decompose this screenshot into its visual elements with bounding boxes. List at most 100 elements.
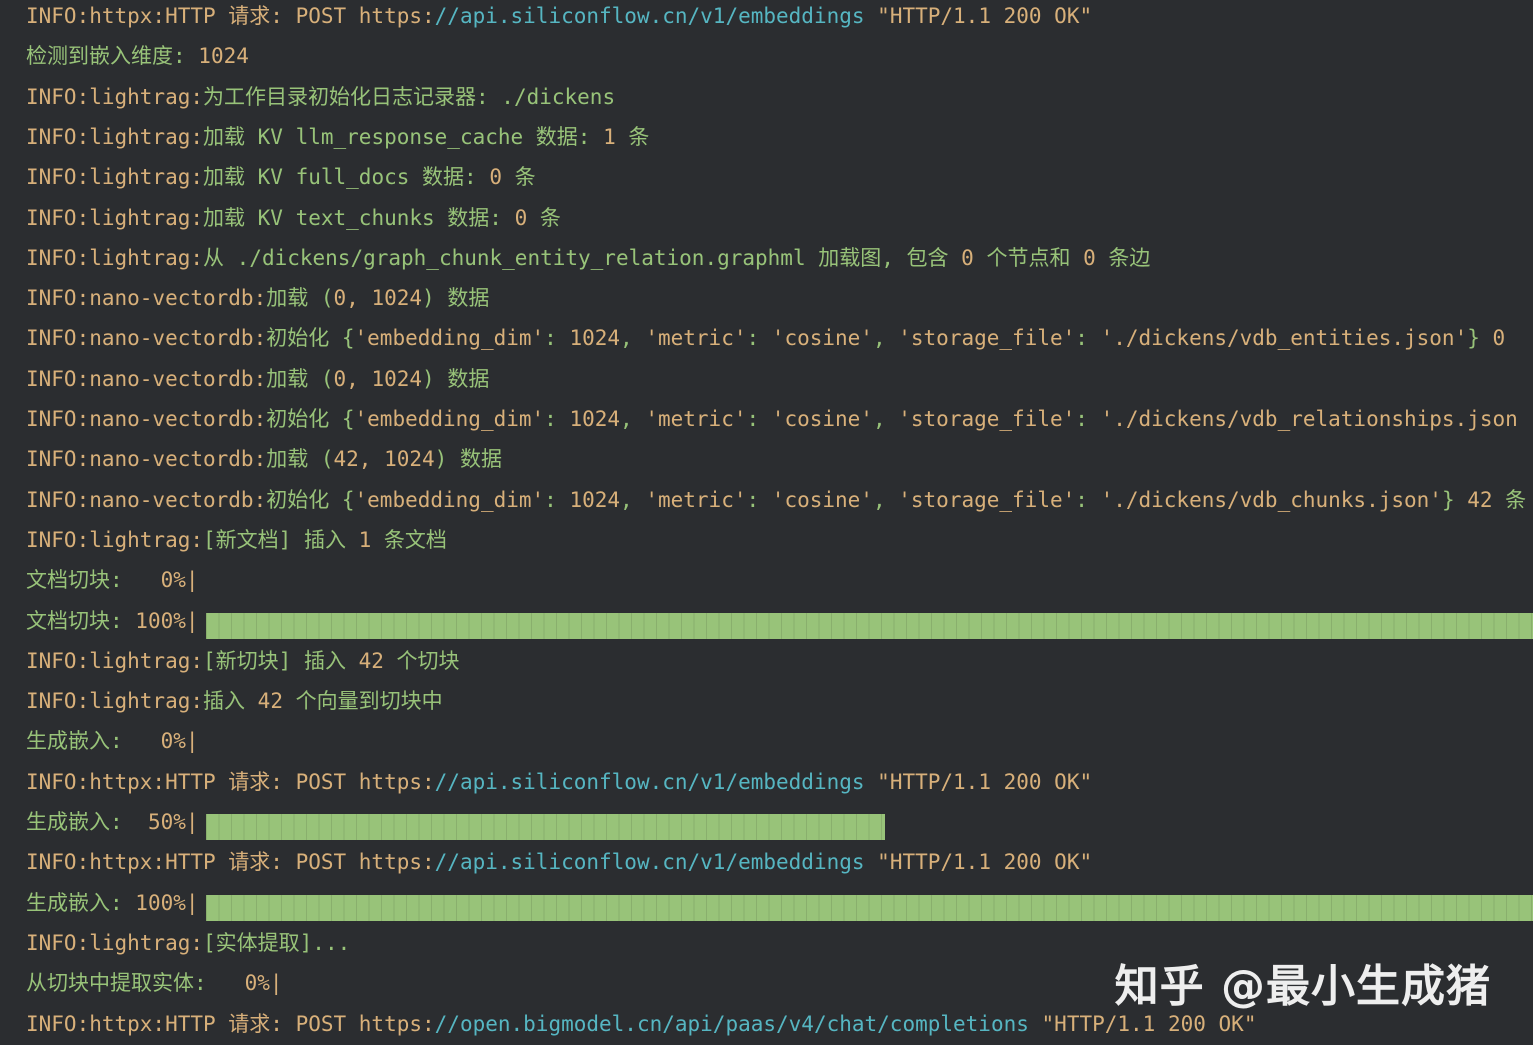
- log-segment: 'embedding_dim': [354, 326, 545, 351]
- log-segment: INFO:nano-vectordb:: [26, 286, 267, 311]
- log-segment: 1024: [569, 326, 621, 351]
- log-segment: 'cosine': [771, 487, 873, 512]
- log-segment: INFO:httpx:HTTP 请求: POST https:: [26, 850, 435, 875]
- log-segment: 条: [1492, 487, 1527, 512]
- log-segment: 1024: [198, 44, 249, 69]
- log-segment: 文档切块:: [26, 608, 136, 633]
- log-segment: 42, 1024: [333, 447, 435, 472]
- log-line: INFO:httpx:HTTP 请求: POST https://api.sil…: [26, 1, 1092, 31]
- log-segment: INFO:lightrag:: [26, 527, 204, 552]
- log-segment: 条: [501, 165, 536, 190]
- log-segment: 初始化 {: [266, 407, 355, 431]
- log-line: INFO:lightrag:加载 KV llm_response_cache 数…: [26, 122, 649, 152]
- log-segment: ,: [872, 487, 899, 512]
- progress-bar-fill: [206, 814, 885, 840]
- log-line: INFO:httpx:HTTP 请求: POST https://api.sil…: [26, 767, 1092, 797]
- log-line: INFO:lightrag:从 ./dickens/graph_chunk_en…: [26, 243, 1150, 273]
- log-segment: 加载 KV llm_response_cache 数据:: [203, 124, 604, 149]
- log-segment: //api.siliconflow.cn/v1/embeddings: [434, 4, 865, 28]
- log-segment: INFO:nano-vectordb:: [26, 326, 267, 351]
- log-line: INFO:lightrag:为工作目录初始化日志记录器: ./dickens: [26, 82, 615, 112]
- log-segment: 从 ./dickens/graph_chunk_entity_relation.…: [203, 245, 962, 270]
- log-segment: 'metric': [645, 487, 747, 512]
- log-segment: :: [1075, 326, 1101, 351]
- log-segment: ) 数据: [434, 447, 502, 472]
- log-segment: 文档切块:: [26, 568, 136, 593]
- log-segment: 个节点和: [973, 245, 1084, 270]
- log-segment: :: [544, 407, 570, 431]
- log-segment: INFO:lightrag:: [26, 245, 204, 270]
- log-segment: 0, 1024: [333, 286, 423, 311]
- log-segment: :: [746, 487, 772, 512]
- log-segment: 0%|: [135, 729, 199, 754]
- log-line: INFO:httpx:HTTP 请求: POST https://open.bi…: [26, 1009, 1256, 1039]
- log-line: INFO:nano-vectordb:初始化 {'embedding_dim':…: [26, 404, 1518, 434]
- progress-bar-fill: [206, 612, 1533, 639]
- log-segment: :: [544, 326, 570, 351]
- log-segment: INFO:lightrag:: [26, 205, 204, 230]
- log-segment: INFO:httpx:HTTP 请求: POST https:: [26, 4, 435, 28]
- log-segment: INFO:nano-vectordb:: [26, 447, 267, 472]
- log-segment: INFO:nano-vectordb:: [26, 487, 267, 512]
- progress-line: 生成嵌入: 0%|: [26, 726, 199, 756]
- log-line: INFO:lightrag:[新切块] 插入 42 个切块: [26, 646, 460, 676]
- log-segment: :: [1075, 487, 1101, 512]
- log-segment: 0: [961, 245, 974, 270]
- log-segment: 1: [358, 527, 372, 552]
- log-segment: 0%|: [219, 971, 283, 996]
- log-segment: 'storage_file': [898, 326, 1076, 351]
- progress-line: 文档切块: 0%|: [26, 565, 199, 595]
- log-segment: 初始化 {: [266, 487, 355, 512]
- log-segment: 'storage_file': [898, 407, 1076, 431]
- log-line: INFO:nano-vectordb:加载 (0, 1024) 数据: [26, 283, 489, 313]
- log-segment: 生成嵌入:: [26, 729, 136, 754]
- log-segment: 生成嵌入:: [26, 890, 136, 915]
- log-segment: 初始化 {: [266, 326, 355, 351]
- terminal-output[interactable]: INFO:httpx:HTTP 请求: POST https://api.sil…: [0, 0, 1533, 1045]
- log-segment: 50%|: [135, 810, 199, 834]
- log-segment: INFO:lightrag:: [26, 165, 204, 190]
- log-line: INFO:nano-vectordb:初始化 {'embedding_dim':…: [26, 485, 1526, 515]
- watermark: 知乎 @最小生成猪: [1114, 961, 1491, 1012]
- log-segment: ,: [620, 487, 646, 512]
- log-line: INFO:nano-vectordb:加载 (0, 1024) 数据: [26, 364, 489, 394]
- log-segment: './dickens/vdb_entities.json': [1100, 326, 1468, 351]
- log-segment: 42: [358, 648, 384, 673]
- log-segment: [实体提取]...: [203, 930, 351, 955]
- log-segment: './dickens/vdb_relationships.json: [1100, 407, 1518, 431]
- log-segment: "HTTP/1.1 200 OK": [864, 850, 1093, 875]
- log-line: INFO:lightrag:加载 KV text_chunks 数据: 0 条: [26, 203, 561, 233]
- log-segment: INFO:lightrag:: [26, 648, 204, 673]
- log-line: INFO:lightrag:[实体提取]...: [26, 928, 350, 958]
- log-segment: 'metric': [645, 407, 747, 431]
- log-segment: ,: [620, 326, 646, 351]
- log-segment: 100%|: [135, 890, 199, 915]
- log-segment: 'metric': [645, 326, 747, 351]
- log-line: INFO:httpx:HTTP 请求: POST https://api.sil…: [26, 847, 1092, 877]
- log-segment: 0, 1024: [333, 366, 423, 391]
- log-segment: INFO:lightrag:: [26, 124, 204, 149]
- log-segment: INFO:httpx:HTTP 请求: POST https:: [26, 769, 435, 794]
- log-segment: INFO:nano-vectordb:: [26, 366, 267, 391]
- log-segment: 加载 KV full_docs 数据:: [203, 165, 490, 190]
- log-segment: ,: [872, 326, 899, 351]
- log-segment: :: [544, 487, 570, 512]
- log-segment: 'embedding_dim': [354, 407, 545, 431]
- log-segment: INFO:httpx:HTTP 请求: POST https:: [26, 1011, 435, 1036]
- log-segment: 加载 (: [266, 366, 334, 391]
- log-segment: [新文档] 插入: [203, 527, 359, 552]
- log-segment: ) 数据: [422, 366, 490, 391]
- log-segment: 加载 (: [266, 447, 334, 472]
- log-segment: INFO:lightrag:: [26, 689, 204, 714]
- log-segment: 个向量到切块中: [282, 689, 443, 714]
- log-segment: ,: [872, 407, 899, 431]
- log-segment: 从切块中提取实体:: [26, 971, 220, 996]
- log-segment: 条: [527, 205, 561, 230]
- log-segment: 生成嵌入:: [26, 810, 136, 834]
- log-line: 检测到嵌入维度: 1024: [26, 41, 249, 71]
- log-segment: 检测到嵌入维度:: [26, 44, 199, 69]
- log-segment: './dickens/vdb_chunks.json': [1100, 487, 1442, 512]
- log-segment: [新切块] 插入: [203, 648, 359, 673]
- log-segment: }: [1467, 326, 1493, 351]
- log-segment: "HTTP/1.1 200 OK": [864, 4, 1093, 28]
